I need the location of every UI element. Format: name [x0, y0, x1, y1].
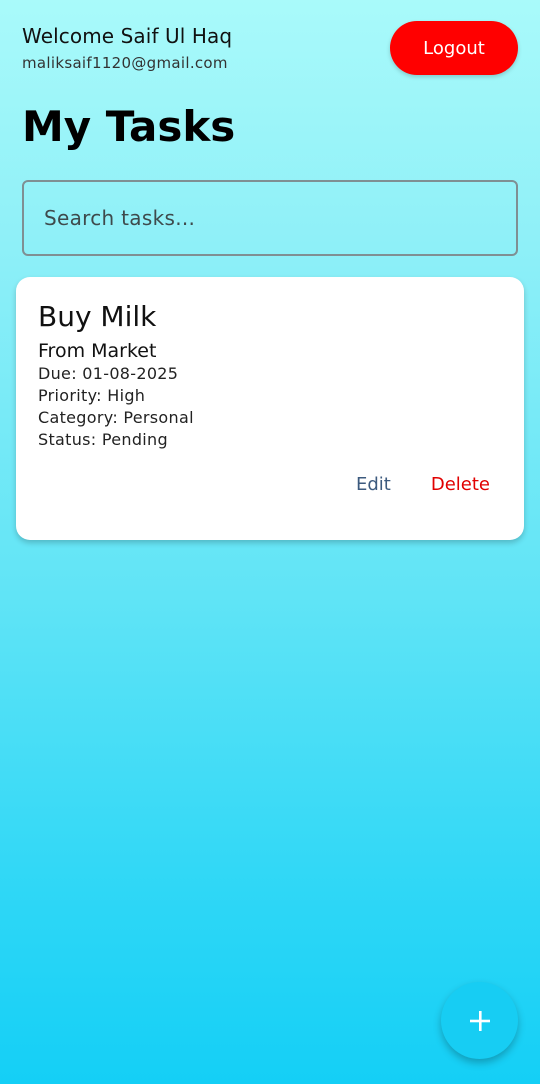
add-task-button[interactable]: [441, 982, 518, 1059]
task-card: Buy Milk From Market Due: 01-08-2025 Pri…: [16, 277, 524, 540]
task-priority: Priority: High: [38, 386, 146, 405]
page-title: My Tasks: [22, 102, 236, 151]
plus-icon: [469, 1010, 491, 1032]
user-header: Welcome Saif Ul Haq maliksaif1120@gmail.…: [22, 24, 232, 72]
task-status: Status: Pending: [38, 430, 168, 449]
edit-task-button[interactable]: Edit: [356, 474, 391, 495]
user-email: maliksaif1120@gmail.com: [22, 54, 228, 72]
task-actions: Edit Delete: [356, 474, 490, 495]
task-due-date: Due: 01-08-2025: [38, 364, 179, 383]
task-description: From Market: [38, 340, 157, 362]
task-category: Category: Personal: [38, 408, 194, 427]
task-title: Buy Milk: [38, 300, 157, 333]
welcome-text: Welcome Saif Ul Haq: [22, 24, 233, 48]
delete-task-button[interactable]: Delete: [431, 474, 490, 495]
logout-button[interactable]: Logout: [390, 21, 518, 75]
search-input[interactable]: [22, 180, 518, 256]
